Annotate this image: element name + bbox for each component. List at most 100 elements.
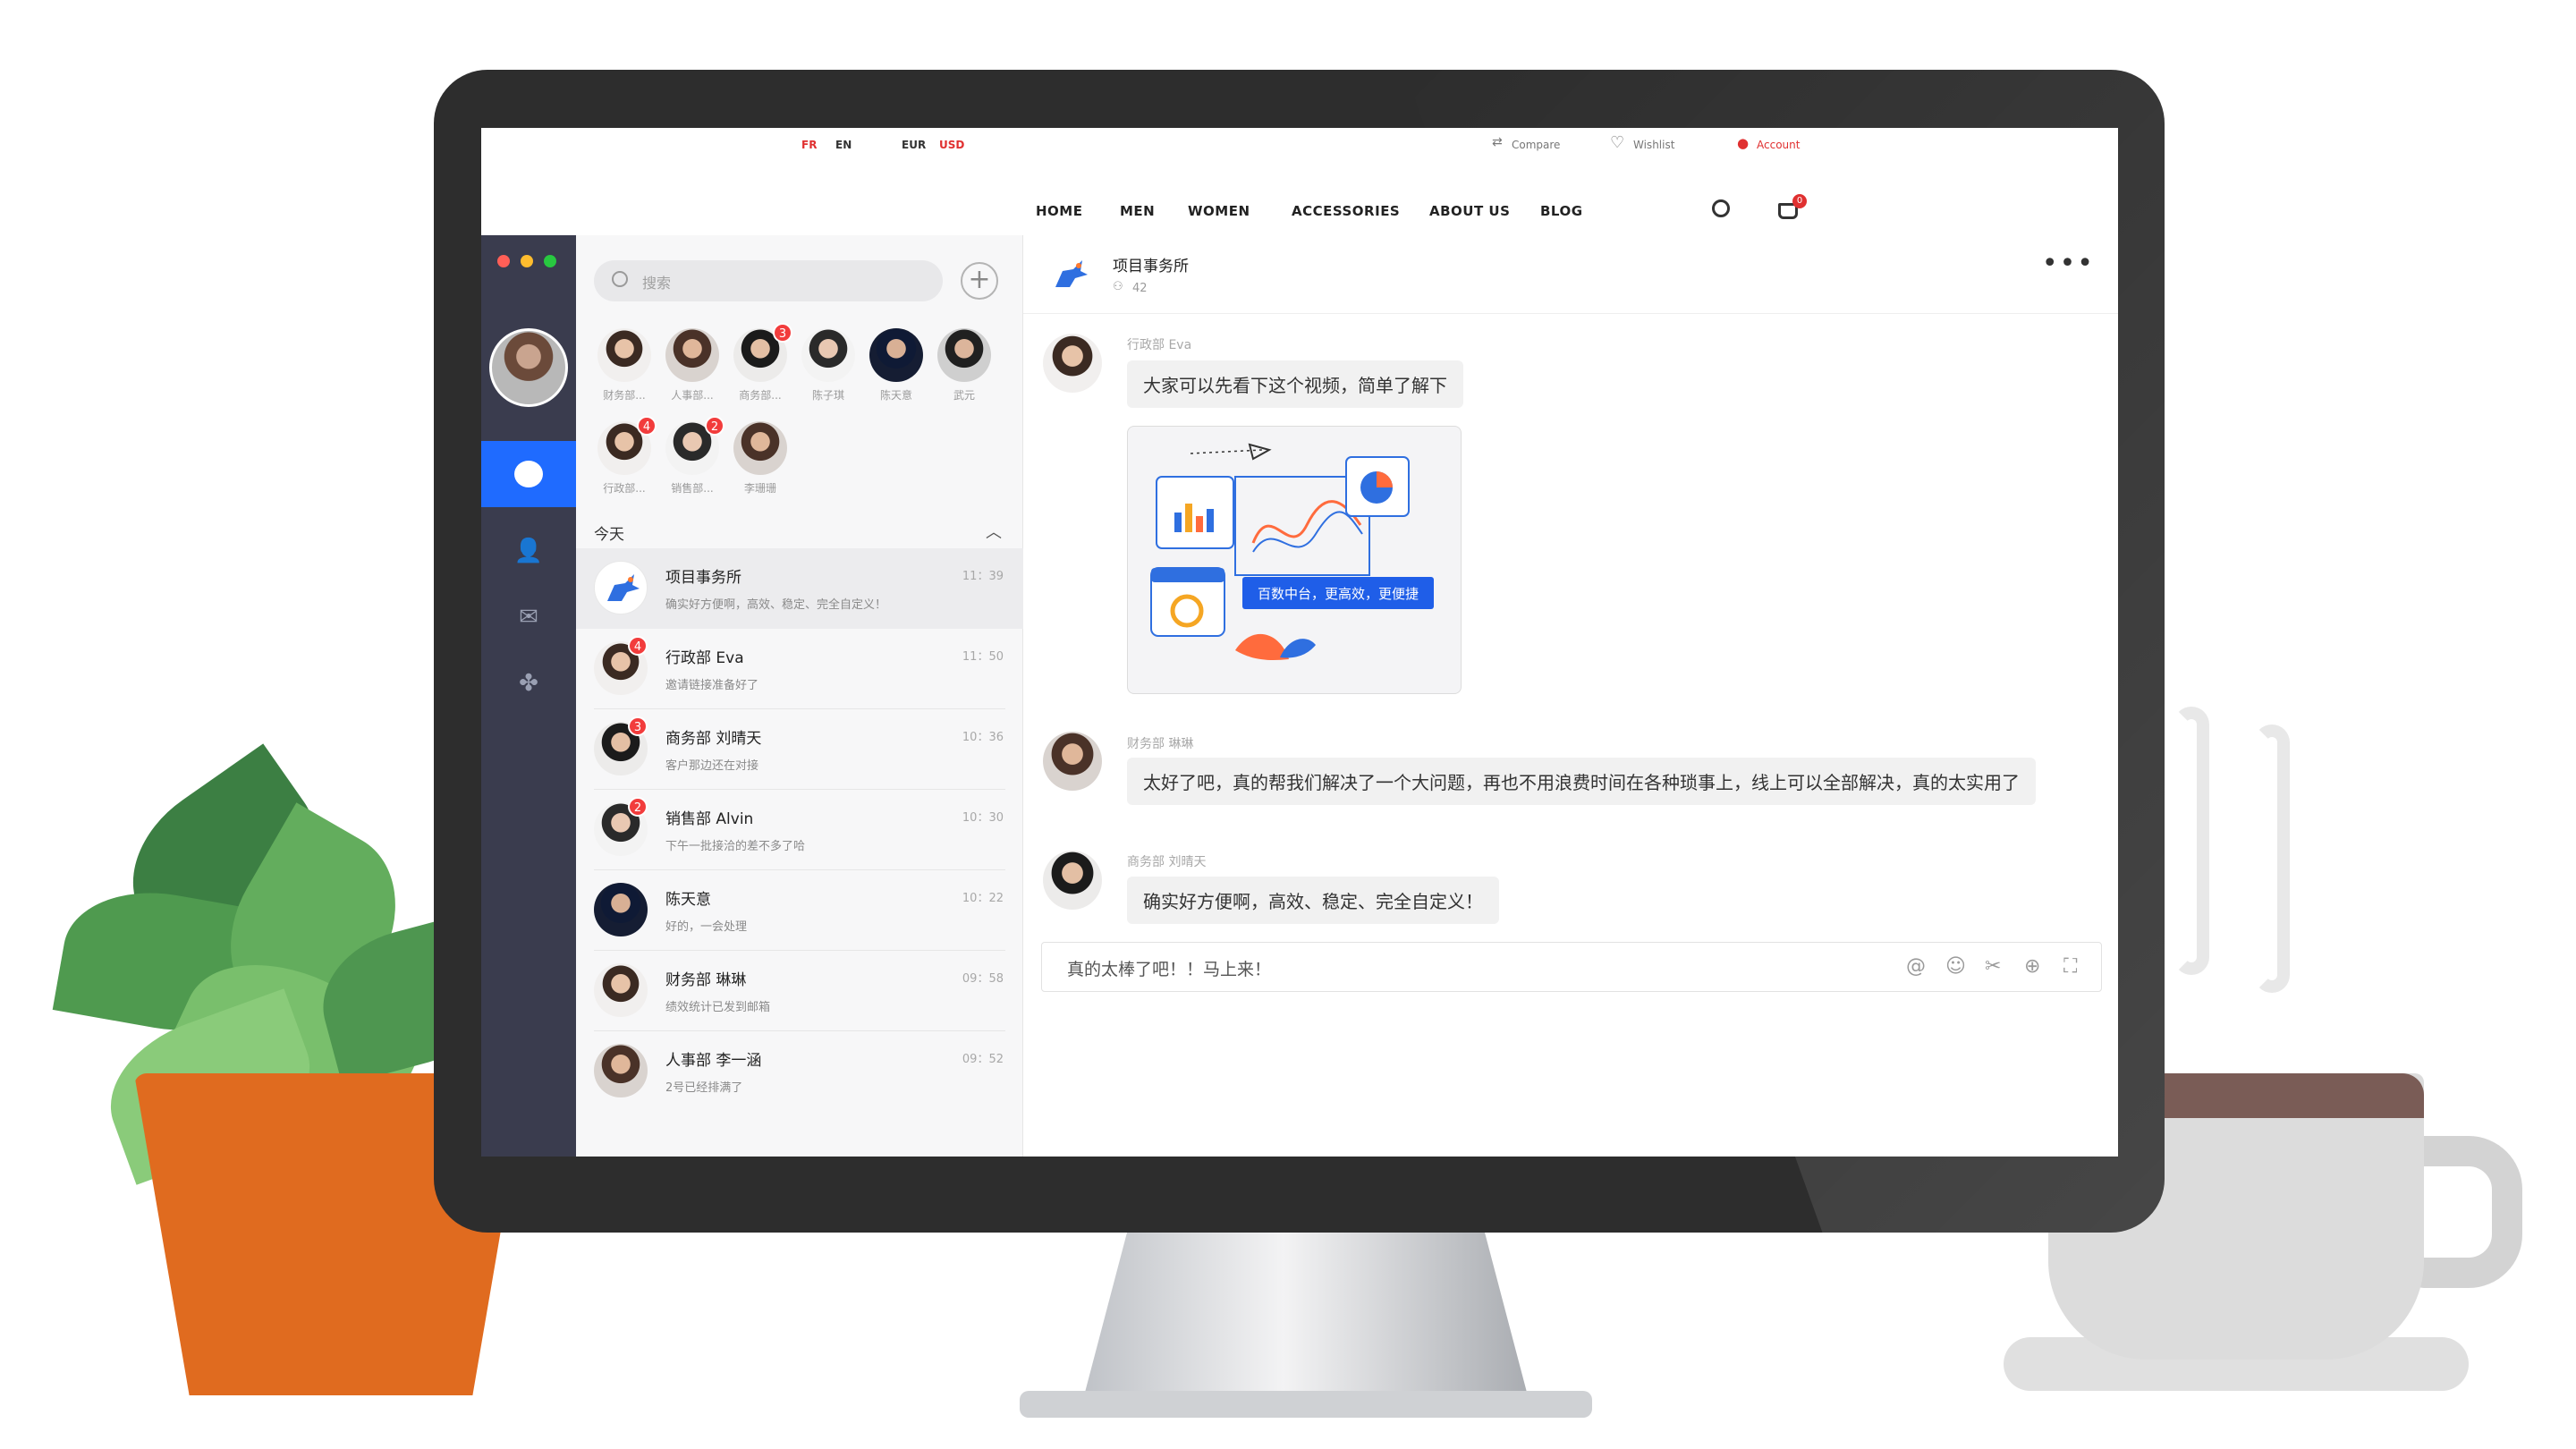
people-icon: ⚇ xyxy=(1113,280,1123,293)
conversation-row[interactable]: 2 销售部 Alvin 下午一批接洽的差不多了哈 10：30 xyxy=(576,790,1023,870)
conversation-time: 10：30 xyxy=(962,811,1004,825)
conversation-row[interactable]: 财务部 琳琳 绩效统计已发到邮箱 09：58 xyxy=(576,951,1023,1031)
conversation-preview: 2号已经排满了 xyxy=(665,1081,743,1095)
sender-avatar xyxy=(1043,334,1102,393)
monitor-stand-base xyxy=(1020,1391,1592,1418)
message-input[interactable]: 真的太棒了吧！！马上来！ @ ☺ ✂ ⊕ ⛶ xyxy=(1041,942,2102,992)
contact-name: 李珊珊 xyxy=(743,482,776,495)
chevron-up-icon[interactable]: ︿ xyxy=(986,520,1002,543)
contact-avatar[interactable] xyxy=(937,328,991,382)
sender-name: 商务部 刘晴天 xyxy=(1127,855,1207,869)
scissors-icon[interactable]: ✂ xyxy=(1985,955,2001,978)
video-thumbnail[interactable]: 百数中台，更高效，更便捷 xyxy=(1127,426,1462,694)
lang-fr[interactable]: FR xyxy=(801,139,817,151)
conversation-time: 11：39 xyxy=(962,570,1004,583)
group-avatar xyxy=(594,561,648,614)
contact-avatar[interactable] xyxy=(869,328,923,382)
nav-home[interactable]: HOME xyxy=(1036,203,1082,219)
member-count: 42 xyxy=(1132,282,1148,295)
contact-avatar xyxy=(594,883,648,936)
mail-icon[interactable]: ✉ xyxy=(513,604,544,631)
compare-link[interactable]: Compare xyxy=(1512,139,1560,151)
mention-icon[interactable]: @ xyxy=(1906,955,1926,978)
contact-avatar[interactable] xyxy=(597,328,651,382)
conversation-row[interactable]: 人事部 李一涵 2号已经排满了 09：52 xyxy=(576,1031,1023,1112)
sender-name: 行政部 Eva xyxy=(1127,338,1192,352)
conversation-name: 人事部 李一涵 xyxy=(665,1052,762,1070)
account-link[interactable]: Account xyxy=(1757,139,1800,151)
sender-avatar xyxy=(1043,851,1102,910)
contact-avatar[interactable] xyxy=(665,328,719,382)
add-button[interactable]: + xyxy=(961,262,998,300)
minimize-window-dot[interactable] xyxy=(521,255,533,267)
chat-app: 👤 ✉ ✤ 搜索 + 财务部... 人事部... 3 商务部... 陈子琪 陈天… xyxy=(481,235,2118,1157)
conversation-preview: 邀请链接准备好了 xyxy=(665,679,759,692)
contact-name: 行政部... xyxy=(603,482,646,495)
sender-avatar xyxy=(1043,732,1102,791)
nav-about-us[interactable]: ABOUT US xyxy=(1429,203,1510,219)
conversation-name: 商务部 刘晴天 xyxy=(665,730,762,748)
currency-usd[interactable]: USD xyxy=(939,139,964,151)
illustration: 百数中台，更高效，更便捷 xyxy=(1150,443,1434,660)
contact-avatar[interactable] xyxy=(733,421,787,475)
contact-avatar[interactable] xyxy=(801,328,855,382)
fullscreen-icon[interactable]: ⛶ xyxy=(2063,955,2077,978)
stage: FR EN EUR USD ⇄ Compare ♡ Wishlist ● Acc… xyxy=(0,0,2576,1449)
conversation-preview: 下午一批接洽的差不多了哈 xyxy=(665,840,806,853)
lang-en[interactable]: EN xyxy=(835,139,852,151)
apps-icon[interactable]: ✤ xyxy=(513,670,544,697)
contact-name: 陈子琪 xyxy=(811,389,844,402)
conversation-name: 项目事务所 xyxy=(665,569,741,587)
chat-header: 项目事务所 ⚇ 42 ••• xyxy=(1023,235,2118,314)
conversation-name: 销售部 Alvin xyxy=(665,810,754,828)
conversation-preview: 客户那边还在对接 xyxy=(665,759,759,773)
contact-name: 人事部... xyxy=(671,389,714,402)
conversation-name: 财务部 琳琳 xyxy=(665,971,747,989)
screen: FR EN EUR USD ⇄ Compare ♡ Wishlist ● Acc… xyxy=(481,128,2118,1157)
cart-count-badge: 0 xyxy=(1792,194,1807,208)
unread-badge: 2 xyxy=(628,797,648,817)
maximize-window-dot[interactable] xyxy=(544,255,556,267)
conversation-time: 11：50 xyxy=(962,650,1004,664)
sender-name: 财务部 琳琳 xyxy=(1127,737,1194,751)
profile-avatar[interactable] xyxy=(489,328,568,407)
more-options-icon[interactable]: ••• xyxy=(2042,248,2095,279)
search-input[interactable]: 搜索 xyxy=(594,260,943,301)
search-icon[interactable] xyxy=(1712,199,1730,217)
conversation-list-pane: 搜索 + 财务部... 人事部... 3 商务部... 陈子琪 陈天意 武元 4… xyxy=(576,235,1023,1157)
unread-badge: 3 xyxy=(773,323,792,343)
conversation-name: 行政部 Eva xyxy=(665,649,744,667)
contacts-icon[interactable]: 👤 xyxy=(513,538,544,564)
message-bubble: 太好了吧，真的帮我们解决了一个大问题，再也不用浪费时间在各种琐事上，线上可以全部… xyxy=(1127,758,2036,805)
deer-logo-icon xyxy=(607,574,640,601)
messages-tab[interactable] xyxy=(481,441,576,507)
conversation-time: 10：22 xyxy=(962,892,1004,905)
nav-women[interactable]: WOMEN xyxy=(1188,203,1250,219)
contact-name: 陈天意 xyxy=(879,389,912,402)
nav-blog[interactable]: BLOG xyxy=(1540,203,1583,219)
close-window-dot[interactable] xyxy=(497,255,510,267)
steam-decoration xyxy=(2174,707,2209,975)
wishlist-link[interactable]: Wishlist xyxy=(1633,139,1674,151)
search-icon xyxy=(612,271,628,287)
conversation-row[interactable]: 3 商务部 刘晴天 客户那边还在对接 10：36 xyxy=(576,709,1023,790)
conversation-time: 09：52 xyxy=(962,1053,1004,1066)
message-input-text: 真的太棒了吧！！马上来！ xyxy=(1067,960,1272,979)
add-circle-icon[interactable]: ⊕ xyxy=(2024,955,2040,978)
unread-badge: 4 xyxy=(637,416,657,436)
conversation-time: 10：36 xyxy=(962,731,1004,744)
contact-name: 销售部... xyxy=(671,482,714,495)
unread-badge: 3 xyxy=(628,716,648,736)
emoji-icon[interactable]: ☺ xyxy=(1945,955,1966,978)
nav-accessories[interactable]: ACCESSORIES xyxy=(1292,203,1400,219)
conversation-row[interactable]: 陈天意 好的，一会处理 10：22 xyxy=(576,870,1023,951)
deer-logo-icon xyxy=(1055,260,1088,287)
nav-men[interactable]: MEN xyxy=(1120,203,1155,219)
unread-badge: 4 xyxy=(628,636,648,656)
currency-eur[interactable]: EUR xyxy=(902,139,926,151)
conversation-row[interactable]: 4 行政部 Eva 邀请链接准备好了 11：50 xyxy=(576,629,1023,709)
conversation-row[interactable]: 项目事务所 确实好方便啊，高效、稳定、完全自定义！ 11：39 xyxy=(576,548,1023,629)
recent-contacts: 财务部... 人事部... 3 商务部... 陈子琪 陈天意 武元 4 行政部.… xyxy=(597,323,1009,507)
contact-name: 财务部... xyxy=(603,389,646,402)
steam-decoration xyxy=(2254,724,2290,993)
